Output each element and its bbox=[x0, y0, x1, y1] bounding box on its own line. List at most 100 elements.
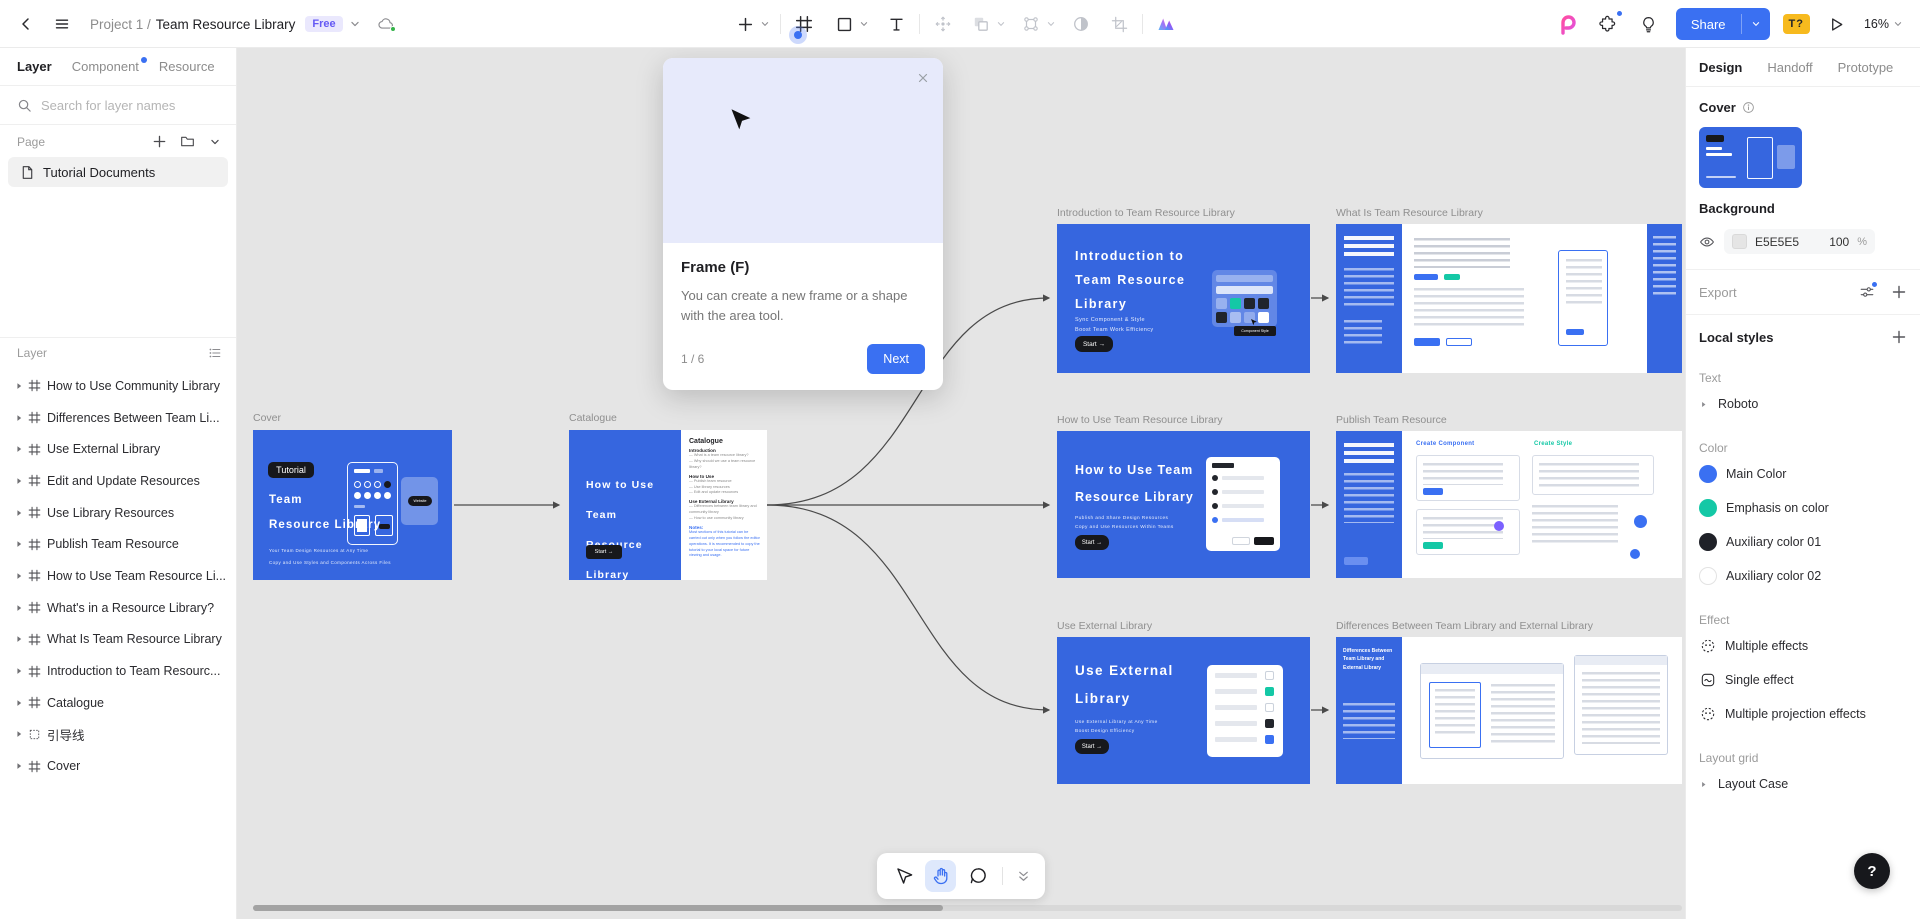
layer-item-publish-team-resource[interactable]: Publish Team Resource bbox=[0, 528, 236, 560]
frame-label-introduction[interactable]: Introduction to Team Resource Library bbox=[1057, 207, 1235, 219]
layer-item-catalogue[interactable]: Catalogue bbox=[0, 687, 236, 719]
sync-status-icon[interactable] bbox=[377, 15, 395, 33]
background-color-control[interactable]: E5E5E5 100 % bbox=[1724, 229, 1875, 254]
background-hex-value[interactable]: E5E5E5 bbox=[1755, 235, 1821, 249]
color-style-auxiliary-01[interactable]: Auxiliary color 01 bbox=[1699, 527, 1907, 557]
search-input[interactable] bbox=[41, 98, 211, 113]
help-button[interactable]: ? bbox=[1854, 853, 1890, 889]
layer-options-icon[interactable] bbox=[208, 346, 222, 360]
frame-label-publish[interactable]: Publish Team Resource bbox=[1336, 414, 1447, 426]
hand-tool-button[interactable] bbox=[925, 860, 957, 892]
page-item-tutorial-documents[interactable]: Tutorial Documents bbox=[8, 157, 228, 187]
page-folder-icon[interactable] bbox=[180, 134, 195, 149]
boolean-tool-chevron-icon[interactable] bbox=[994, 18, 1008, 30]
expand-icon[interactable] bbox=[14, 603, 26, 613]
comment-tool-button[interactable] bbox=[962, 860, 994, 892]
shape-tool-button[interactable] bbox=[829, 8, 859, 40]
tab-prototype[interactable]: Prototype bbox=[1838, 60, 1894, 75]
layer-item-cover[interactable]: Cover bbox=[0, 750, 236, 782]
expand-icon[interactable] bbox=[14, 571, 26, 581]
expand-icon[interactable] bbox=[1699, 780, 1709, 789]
frame-use-external[interactable]: Use External Library Use External Librar… bbox=[1057, 637, 1310, 784]
add-tool-chevron-icon[interactable] bbox=[758, 18, 772, 30]
background-opacity-value[interactable]: 100 bbox=[1829, 235, 1849, 249]
text-tool-button[interactable] bbox=[881, 8, 911, 40]
file-menu-chevron-icon[interactable] bbox=[348, 17, 362, 31]
layer-item-whats-in-a-resource-library[interactable]: What's in a Resource Library? bbox=[0, 592, 236, 624]
main-menu-button[interactable] bbox=[48, 10, 76, 38]
expand-icon[interactable] bbox=[14, 761, 26, 771]
expand-icon[interactable] bbox=[14, 666, 26, 676]
horizontal-scrollbar-track[interactable] bbox=[253, 905, 1682, 911]
frame-what-is[interactable] bbox=[1336, 224, 1682, 373]
frame-how-to-use[interactable]: How to Use Team Resource Library Publish… bbox=[1057, 431, 1310, 578]
expand-icon[interactable] bbox=[14, 698, 26, 708]
export-settings-icon[interactable] bbox=[1859, 284, 1875, 300]
effect-style-multiple[interactable]: Multiple effects bbox=[1699, 631, 1907, 661]
layer-item-what-is-team-resource-library[interactable]: What Is Team Resource Library bbox=[0, 624, 236, 656]
translate-badge[interactable]: T? bbox=[1783, 14, 1810, 34]
layer-item-use-library-resources[interactable]: Use Library Resources bbox=[0, 497, 236, 529]
tab-component[interactable]: Component bbox=[72, 59, 139, 74]
share-button[interactable]: Share bbox=[1676, 8, 1741, 40]
tab-layer[interactable]: Layer bbox=[17, 59, 52, 74]
horizontal-scrollbar-thumb[interactable] bbox=[253, 905, 943, 911]
visibility-eye-icon[interactable] bbox=[1699, 234, 1715, 250]
expand-icon[interactable] bbox=[1699, 400, 1709, 409]
collapse-toolbar-button[interactable] bbox=[1011, 860, 1035, 892]
color-style-emphasis[interactable]: Emphasis on color bbox=[1699, 493, 1907, 523]
add-tool-button[interactable] bbox=[730, 8, 760, 40]
file-name[interactable]: Team Resource Library bbox=[156, 17, 296, 32]
effect-style-single[interactable]: Single effect bbox=[1699, 665, 1907, 695]
frame-label-use-external[interactable]: Use External Library bbox=[1057, 620, 1152, 632]
expand-icon[interactable] bbox=[14, 381, 26, 391]
tab-resource[interactable]: Resource bbox=[159, 59, 215, 74]
frame-catalogue[interactable]: How to Use Team Resource Library Start →… bbox=[569, 430, 767, 580]
expand-icon[interactable] bbox=[14, 413, 26, 423]
layer-item-guides[interactable]: 引导线 bbox=[0, 719, 236, 751]
layer-item-edit-and-update-resources[interactable]: Edit and Update Resources bbox=[0, 465, 236, 497]
ai-tool-button[interactable] bbox=[1151, 8, 1181, 40]
pixso-logo-button[interactable] bbox=[1553, 10, 1581, 38]
frame-label-cover[interactable]: Cover bbox=[253, 412, 281, 424]
add-style-icon[interactable] bbox=[1891, 329, 1907, 345]
shape-tool-chevron-icon[interactable] bbox=[857, 18, 871, 30]
vector-edit-tool-button[interactable] bbox=[1016, 8, 1046, 40]
plugins-button[interactable] bbox=[1594, 10, 1622, 38]
project-name[interactable]: Project 1 / bbox=[90, 17, 151, 32]
layout-grid-case[interactable]: Layout Case bbox=[1699, 769, 1907, 799]
select-tool-button[interactable] bbox=[887, 860, 919, 892]
share-options-chevron[interactable] bbox=[1742, 8, 1770, 40]
frame-cover[interactable]: Tutorial Team Resource Library Your Team… bbox=[253, 430, 452, 580]
expand-icon[interactable] bbox=[14, 476, 26, 486]
expand-icon[interactable] bbox=[14, 634, 26, 644]
frame-differences[interactable]: Differences Between Team Library and Ext… bbox=[1336, 637, 1682, 784]
expand-icon[interactable] bbox=[14, 539, 26, 549]
layer-item-introduction-to-team-res[interactable]: Introduction to Team Resourc... bbox=[0, 655, 236, 687]
frame-label-how-to-use[interactable]: How to Use Team Resource Library bbox=[1057, 414, 1223, 426]
zoom-control[interactable]: 16% bbox=[1864, 17, 1904, 31]
text-style-roboto[interactable]: Roboto bbox=[1699, 389, 1907, 419]
expand-icon[interactable] bbox=[14, 444, 26, 454]
frame-label-catalogue[interactable]: Catalogue bbox=[569, 412, 617, 424]
color-style-auxiliary-02[interactable]: Auxiliary color 02 bbox=[1699, 561, 1907, 591]
collapse-pages-icon[interactable] bbox=[208, 135, 222, 149]
boolean-tool-button[interactable] bbox=[966, 8, 996, 40]
next-button[interactable]: Next bbox=[867, 344, 925, 374]
frame-label-differences[interactable]: Differences Between Team Library and Ext… bbox=[1336, 620, 1593, 632]
crop-tool-button[interactable] bbox=[1104, 8, 1134, 40]
back-button[interactable] bbox=[12, 10, 40, 38]
info-icon[interactable] bbox=[1742, 101, 1755, 114]
ideas-button[interactable] bbox=[1635, 10, 1663, 38]
color-style-main[interactable]: Main Color bbox=[1699, 459, 1907, 489]
add-export-icon[interactable] bbox=[1891, 284, 1907, 300]
layer-item-how-to-use-community-library[interactable]: How to Use Community Library bbox=[0, 370, 236, 402]
add-page-icon[interactable] bbox=[152, 134, 167, 149]
design-canvas[interactable]: Cover Tutorial Team Resource Library You… bbox=[237, 48, 1685, 919]
effect-style-projection[interactable]: Multiple projection effects bbox=[1699, 699, 1907, 729]
frame-publish[interactable]: Create Component Create Style bbox=[1336, 431, 1682, 578]
cover-thumbnail[interactable] bbox=[1699, 127, 1802, 188]
expand-icon[interactable] bbox=[14, 508, 26, 518]
tab-handoff[interactable]: Handoff bbox=[1767, 60, 1812, 75]
layer-item-use-external-library[interactable]: Use External Library bbox=[0, 433, 236, 465]
